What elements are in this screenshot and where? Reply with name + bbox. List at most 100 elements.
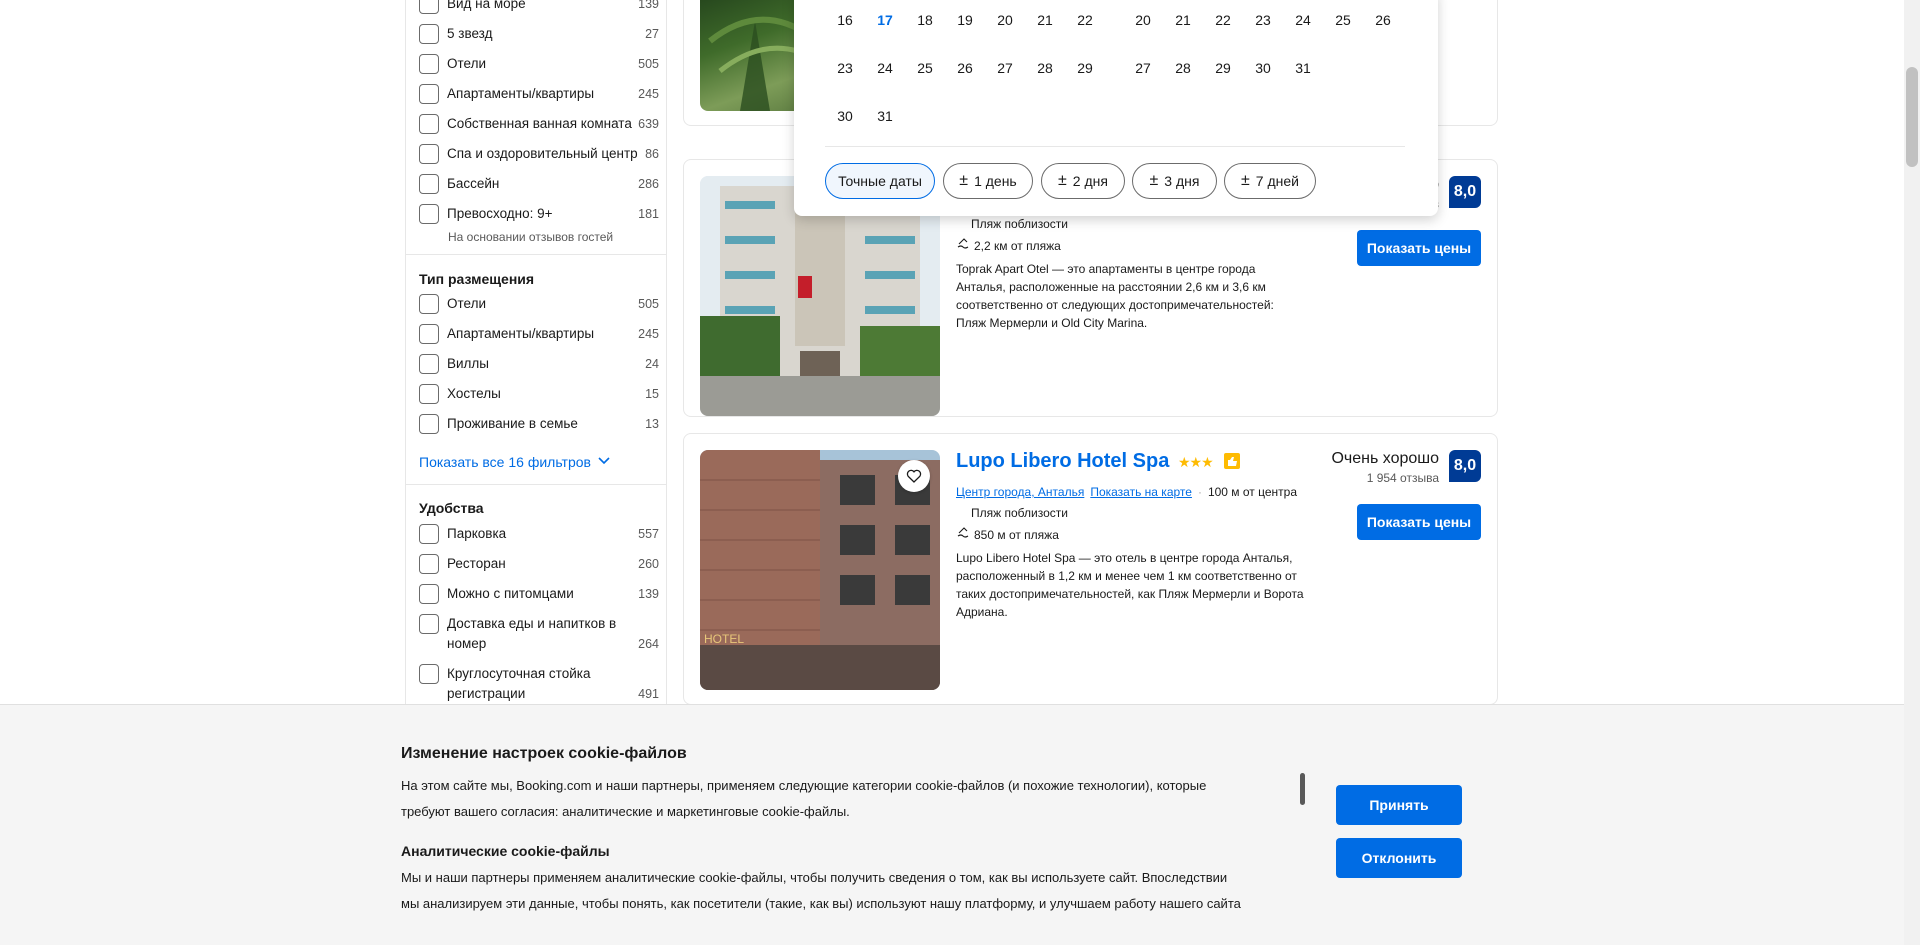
property-photo[interactable]: HOTEL bbox=[700, 450, 940, 690]
calendar-day[interactable]: 28 bbox=[1025, 48, 1065, 88]
filter-room-service[interactable]: Доставка еды и напитков в номер 264 bbox=[419, 614, 659, 654]
filter-label: Хостелы bbox=[447, 386, 501, 401]
filter-label: Отели bbox=[447, 296, 487, 311]
filter-label: Отели bbox=[447, 56, 487, 71]
cookie-scrollbar[interactable] bbox=[1300, 773, 1305, 805]
accept-cookies-button[interactable]: Принять bbox=[1336, 785, 1462, 825]
amenities-title: Удобства bbox=[419, 500, 484, 516]
filter-apartments[interactable]: Апартаменты/квартиры 245 bbox=[419, 84, 659, 104]
filter-count: 139 bbox=[638, 0, 659, 11]
calendar-day[interactable]: 21 bbox=[1163, 0, 1203, 40]
rating-word: Очень хорошо bbox=[1331, 450, 1439, 467]
plus-minus-icon: ± bbox=[1058, 172, 1067, 189]
calendar-day[interactable]: 29 bbox=[1203, 48, 1243, 88]
checkbox[interactable] bbox=[419, 614, 439, 634]
calendar-day[interactable]: 18 bbox=[905, 0, 945, 40]
page-scrollbar[interactable] bbox=[1904, 0, 1920, 945]
calendar-day[interactable]: 21 bbox=[1025, 0, 1065, 40]
checkbox[interactable] bbox=[419, 294, 439, 314]
calendar-day[interactable]: 23 bbox=[1243, 0, 1283, 40]
filter-pool[interactable]: Бассейн 286 bbox=[419, 174, 659, 194]
calendar-day[interactable]: 20 bbox=[985, 0, 1025, 40]
filter-superb-9[interactable]: Превосходно: 9+ 181 bbox=[419, 204, 659, 224]
filter-label: Собственная ванная комната bbox=[447, 116, 632, 131]
review-score: 8,0 bbox=[1449, 176, 1481, 208]
filter-sea-view[interactable]: Вид на море 139 bbox=[419, 0, 659, 14]
show-on-map-link[interactable]: Показать на карте bbox=[1090, 485, 1192, 499]
chip-label: 1 день bbox=[974, 173, 1017, 189]
flex-3-days-chip[interactable]: ± 3 дня bbox=[1132, 163, 1217, 199]
filter-24h-reception[interactable]: Круглосуточная стойка регистрации 491 bbox=[419, 664, 659, 704]
calendar-day[interactable]: 31 bbox=[1283, 48, 1323, 88]
filter-type-hostels[interactable]: Хостелы 15 bbox=[419, 384, 659, 404]
calendar-day[interactable]: 22 bbox=[1065, 0, 1105, 40]
filter-count: 139 bbox=[638, 587, 659, 601]
filter-parking[interactable]: Парковка 557 bbox=[419, 524, 659, 544]
filter-5-stars[interactable]: 5 звезд 27 bbox=[419, 24, 659, 44]
checkbox[interactable] bbox=[419, 144, 439, 164]
scrollbar-thumb[interactable] bbox=[1906, 67, 1918, 167]
checkbox[interactable] bbox=[419, 24, 439, 44]
beach-nearby-label: Пляж поблизости bbox=[971, 217, 1068, 231]
favorite-heart-button[interactable] bbox=[898, 460, 930, 492]
show-all-filters-link[interactable]: Показать все 16 фильтров bbox=[419, 453, 611, 470]
calendar-day[interactable]: 26 bbox=[1363, 0, 1403, 40]
filter-type-hotels[interactable]: Отели 505 bbox=[419, 294, 659, 314]
cookie-banner: Изменение настроек cookie-файлов На этом… bbox=[0, 704, 1904, 945]
show-prices-button[interactable]: Показать цены bbox=[1357, 230, 1481, 266]
checkbox[interactable] bbox=[419, 324, 439, 344]
district-link[interactable]: Центр города, Анталья bbox=[956, 485, 1084, 499]
filter-pets-allowed[interactable]: Можно с питомцами 139 bbox=[419, 584, 659, 604]
calendar-day[interactable]: 22 bbox=[1203, 0, 1243, 40]
checkbox[interactable] bbox=[419, 174, 439, 194]
show-prices-button[interactable]: Показать цены bbox=[1357, 504, 1481, 540]
calendar-day[interactable]: 16 bbox=[825, 0, 865, 40]
checkbox[interactable] bbox=[419, 354, 439, 374]
filter-private-bathroom[interactable]: Собственная ванная комната 639 bbox=[419, 114, 659, 134]
calendar-day[interactable]: 30 bbox=[1243, 48, 1283, 88]
calendar-divider bbox=[825, 146, 1405, 147]
calendar-day[interactable]: 19 bbox=[945, 0, 985, 40]
checkbox[interactable] bbox=[419, 524, 439, 544]
filter-hotels[interactable]: Отели 505 bbox=[419, 54, 659, 74]
calendar-day-today[interactable]: 17 bbox=[865, 0, 905, 40]
checkbox[interactable] bbox=[419, 0, 439, 14]
checkbox[interactable] bbox=[419, 414, 439, 434]
calendar-day[interactable]: 26 bbox=[945, 48, 985, 88]
checkbox[interactable] bbox=[419, 114, 439, 134]
filter-type-villas[interactable]: Виллы 24 bbox=[419, 354, 659, 374]
filter-count: 245 bbox=[638, 87, 659, 101]
calendar-day[interactable]: 25 bbox=[1323, 0, 1363, 40]
filter-type-homestay[interactable]: Проживание в семье 13 bbox=[419, 414, 659, 434]
calendar-day[interactable]: 25 bbox=[905, 48, 945, 88]
flex-1-day-chip[interactable]: ± 1 день bbox=[943, 163, 1033, 199]
calendar-day[interactable]: 24 bbox=[1283, 0, 1323, 40]
filter-label: Апартаменты/квартиры bbox=[447, 86, 595, 101]
checkbox[interactable] bbox=[419, 554, 439, 574]
checkbox[interactable] bbox=[419, 204, 439, 224]
decline-cookies-button[interactable]: Отклонить bbox=[1336, 838, 1462, 878]
checkbox[interactable] bbox=[419, 54, 439, 74]
flex-2-days-chip[interactable]: ± 2 дня bbox=[1041, 163, 1125, 199]
calendar-day[interactable]: 24 bbox=[865, 48, 905, 88]
calendar-day[interactable]: 20 bbox=[1123, 0, 1163, 40]
filter-label: Круглосуточная стойка регистрации bbox=[447, 666, 591, 701]
flex-7-days-chip[interactable]: ± 7 дней bbox=[1224, 163, 1316, 199]
calendar-day[interactable]: 27 bbox=[1123, 48, 1163, 88]
checkbox[interactable] bbox=[419, 384, 439, 404]
checkbox[interactable] bbox=[419, 584, 439, 604]
calendar-day[interactable]: 31 bbox=[865, 96, 905, 136]
calendar-day[interactable]: 23 bbox=[825, 48, 865, 88]
exact-dates-chip[interactable]: Точные даты bbox=[825, 163, 935, 199]
checkbox[interactable] bbox=[419, 84, 439, 104]
checkbox[interactable] bbox=[419, 664, 439, 684]
calendar-day[interactable]: 30 bbox=[825, 96, 865, 136]
filter-spa[interactable]: Спа и оздоровительный центр 86 bbox=[419, 144, 659, 164]
calendar-day[interactable]: 29 bbox=[1065, 48, 1105, 88]
filter-label: Ресторан bbox=[447, 556, 506, 571]
filter-restaurant[interactable]: Ресторан 260 bbox=[419, 554, 659, 574]
hotel-name-link[interactable]: Lupo Libero Hotel Spa bbox=[956, 450, 1169, 473]
filter-type-apartments[interactable]: Апартаменты/квартиры 245 bbox=[419, 324, 659, 344]
calendar-day[interactable]: 27 bbox=[985, 48, 1025, 88]
calendar-day[interactable]: 28 bbox=[1163, 48, 1203, 88]
